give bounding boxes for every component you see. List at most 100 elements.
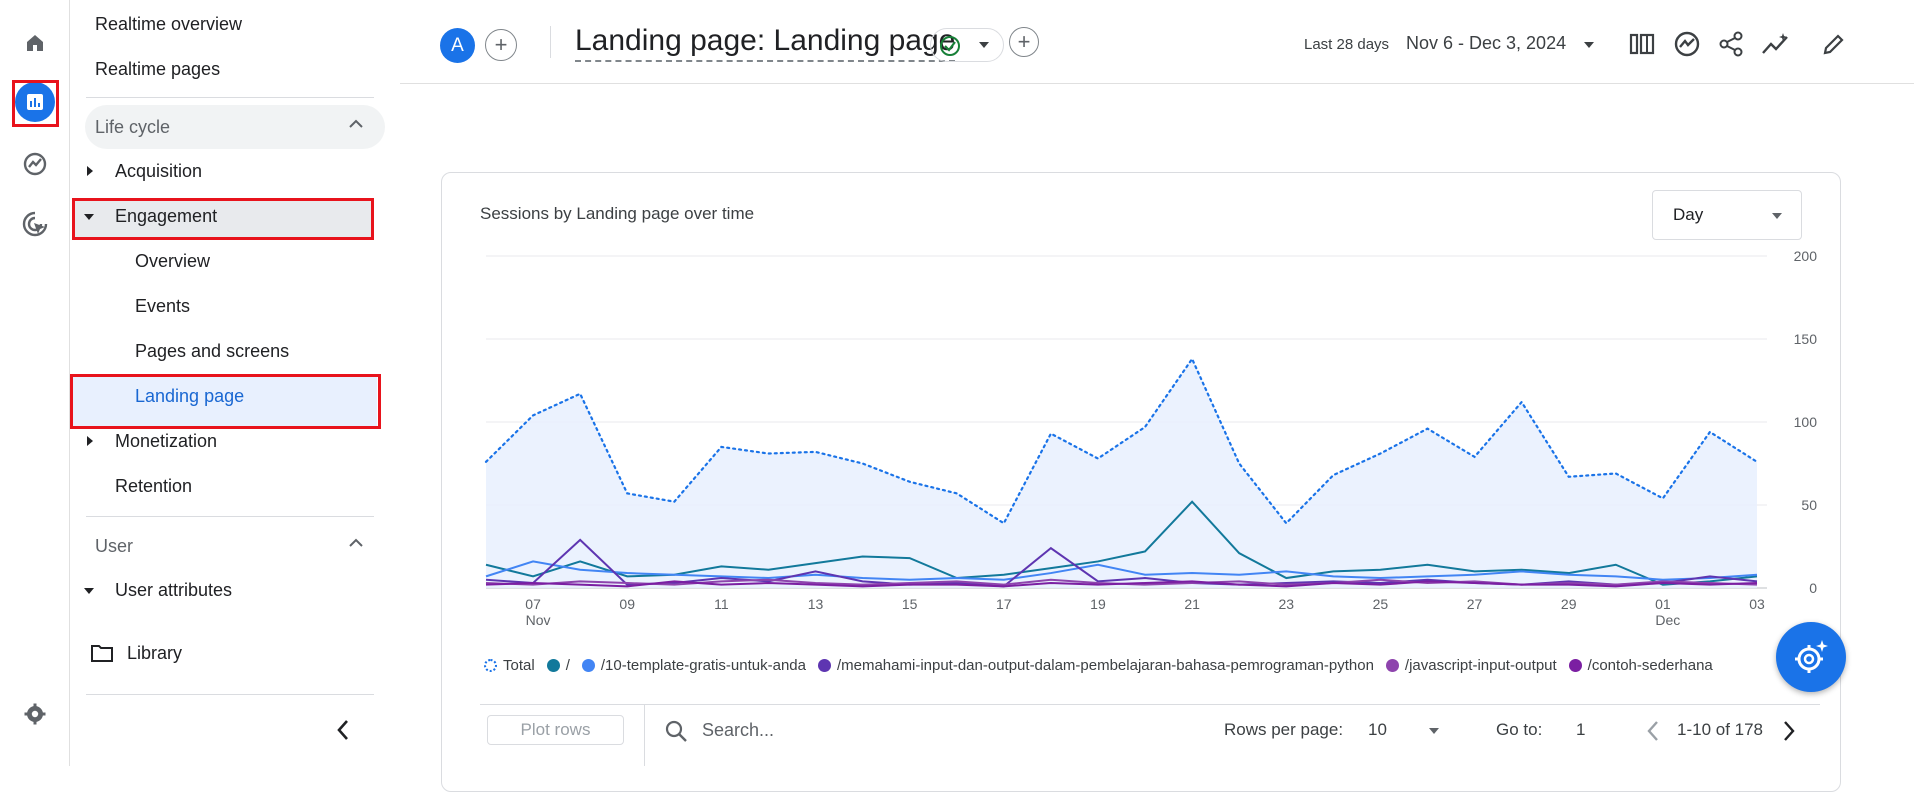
nav-realtime-overview[interactable]: Realtime overview xyxy=(95,14,242,35)
add-card-icon[interactable]: + xyxy=(1009,27,1039,57)
date-dropdown-icon[interactable] xyxy=(1583,41,1595,49)
edit-icon[interactable] xyxy=(1818,28,1850,60)
x-tick-label: 15 xyxy=(902,596,918,612)
chevron-down-icon xyxy=(979,42,989,48)
chevron-up-icon xyxy=(349,538,363,547)
search-icon xyxy=(665,720,687,742)
legend-swatch xyxy=(484,658,497,672)
legend-item[interactable]: / xyxy=(546,656,570,674)
advertising-icon[interactable] xyxy=(11,200,59,248)
collapse-caret-icon[interactable] xyxy=(84,588,94,594)
legend-swatch xyxy=(817,658,831,672)
compare-icon[interactable] xyxy=(1626,28,1658,60)
explore-icon[interactable] xyxy=(11,140,59,188)
x-tick-label: 23 xyxy=(1278,596,1294,612)
nav-acquisition[interactable]: Acquisition xyxy=(115,161,202,182)
nav-events[interactable]: Events xyxy=(135,296,190,317)
line-chart: 0 50 100 150 200 07Nov 09 11 13 15 17 19 21 23 25 27 29 0… xyxy=(484,248,1818,628)
divider xyxy=(86,97,374,98)
legend-item[interactable]: Total xyxy=(484,657,535,674)
x-tick-label: 21 xyxy=(1184,596,1200,612)
gear-sparkle-icon xyxy=(1795,640,1828,673)
folder-icon xyxy=(91,645,113,662)
ai-settings-fab[interactable] xyxy=(1776,622,1846,692)
plot-rows-button[interactable]: Plot rows xyxy=(487,715,624,745)
home-icon[interactable] xyxy=(11,19,59,67)
y-tick-label: 50 xyxy=(1801,497,1817,513)
legend-swatch xyxy=(546,658,560,672)
legend-label: /contoh-sederhana xyxy=(1587,656,1713,674)
nav-realtime-pages[interactable]: Realtime pages xyxy=(95,59,220,80)
add-comparison-icon[interactable]: + xyxy=(485,29,517,61)
status-pill[interactable] xyxy=(930,28,1004,62)
legend-item[interactable]: /10-template-gratis-untuk-anda xyxy=(581,656,806,674)
insights-icon[interactable] xyxy=(1671,28,1703,60)
nav-overview[interactable]: Overview xyxy=(135,251,210,272)
x-tick-label: 09 xyxy=(619,596,635,612)
pagination-range: 1-10 of 178 xyxy=(1677,720,1764,739)
check-circle-icon xyxy=(940,36,960,56)
chevron-down-icon[interactable] xyxy=(1428,727,1440,735)
goto-input[interactable]: 1 xyxy=(1576,720,1585,740)
nav-library[interactable]: Library xyxy=(127,643,182,664)
next-page-icon[interactable] xyxy=(1782,720,1796,742)
nav-retention[interactable]: Retention xyxy=(115,476,192,497)
legend-swatch xyxy=(1385,658,1399,672)
legend-item[interactable]: /memahami-input-dan-output-dalam-pembela… xyxy=(817,656,1374,674)
x-tick-label: 03 xyxy=(1749,596,1765,612)
y-tick-label: 200 xyxy=(1794,248,1818,264)
rows-per-page-label: Rows per page: xyxy=(1224,720,1344,739)
x-tick-label: 13 xyxy=(808,596,824,612)
x-tick-label: 27 xyxy=(1467,596,1483,612)
legend-label: /javascript-input-output xyxy=(1404,656,1557,674)
section-lifecycle[interactable]: Life cycle xyxy=(85,105,385,149)
section-user[interactable]: User xyxy=(85,524,385,568)
x-tick-label: 17 xyxy=(996,596,1012,612)
x-tick-label: 25 xyxy=(1373,596,1389,612)
highlight-engagement xyxy=(72,198,374,240)
section-user-label: User xyxy=(95,535,134,556)
trend-sparkle-icon[interactable] xyxy=(1760,28,1792,60)
share-icon[interactable] xyxy=(1715,28,1747,60)
x-tick-sublabel: Nov xyxy=(526,612,551,628)
divider xyxy=(644,705,645,766)
legend-label: / xyxy=(565,656,570,674)
x-tick-label: 01 xyxy=(1655,596,1671,612)
date-range-picker[interactable]: Nov 6 - Dec 3, 2024 xyxy=(1406,33,1566,54)
divider xyxy=(86,694,374,695)
legend-swatch xyxy=(1568,658,1582,672)
x-tick-label: 19 xyxy=(1090,596,1106,612)
legend-item[interactable]: /javascript-input-output xyxy=(1385,656,1557,674)
section-lifecycle-label: Life cycle xyxy=(95,116,171,137)
legend-swatch xyxy=(581,658,595,672)
prev-page-icon[interactable] xyxy=(1646,720,1660,742)
collapse-nav-icon[interactable] xyxy=(336,719,350,741)
nav-user-attributes[interactable]: User attributes xyxy=(115,580,232,601)
avatar[interactable]: A xyxy=(440,28,475,63)
x-tick-label: 29 xyxy=(1561,596,1577,612)
x-tick-label: 11 xyxy=(714,596,729,612)
divider xyxy=(550,26,551,58)
expand-caret-icon[interactable] xyxy=(87,166,93,176)
legend-label: /10-template-gratis-untuk-anda xyxy=(600,656,806,674)
y-tick-label: 100 xyxy=(1794,414,1818,430)
divider xyxy=(86,516,374,517)
goto-label: Go to: xyxy=(1496,720,1543,739)
nav-pages-and-screens[interactable]: Pages and screens xyxy=(135,341,289,362)
expand-caret-icon[interactable] xyxy=(87,436,93,446)
nav-monetization[interactable]: Monetization xyxy=(115,431,217,452)
x-tick-sublabel: Dec xyxy=(1655,612,1680,628)
legend-item[interactable]: /contoh-sederhana xyxy=(1568,656,1713,674)
y-tick-label: 0 xyxy=(1809,580,1817,596)
granularity-select[interactable]: Day xyxy=(1652,190,1802,240)
search-input[interactable]: Search... xyxy=(702,720,774,741)
chevron-down-icon xyxy=(1772,213,1782,219)
rows-per-page-select[interactable]: 10 xyxy=(1368,720,1387,740)
legend-label: /memahami-input-dan-output-dalam-pembela… xyxy=(836,656,1374,674)
date-range-label: Last 28 days xyxy=(1304,36,1390,53)
gear-icon[interactable] xyxy=(11,690,59,738)
highlight-reports xyxy=(12,80,59,127)
page-title[interactable]: Landing page: Landing page xyxy=(575,24,956,62)
granularity-value: Day xyxy=(1673,205,1704,224)
y-tick-label: 150 xyxy=(1794,331,1818,347)
